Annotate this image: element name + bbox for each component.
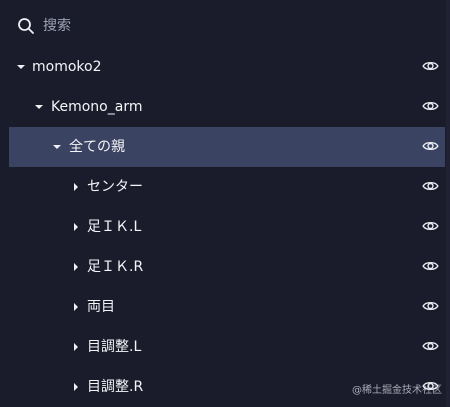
eye-icon[interactable] (422, 259, 439, 273)
outline-panel: momoko2 Kemono_arm 全ての親 センター (0, 0, 450, 407)
tree-item-label: 目調整.L (87, 339, 142, 355)
eye-icon[interactable] (422, 179, 439, 193)
triangle-right-icon[interactable] (70, 341, 82, 353)
tree-row-leg-ik-right[interactable]: 足ＩＫ.R (9, 247, 445, 287)
tree-item-label: 全ての親 (69, 139, 125, 155)
eye-icon[interactable] (422, 219, 439, 233)
triangle-right-icon[interactable] (70, 221, 82, 233)
triangle-right-icon[interactable] (70, 261, 82, 273)
eye-icon[interactable] (422, 339, 439, 353)
eye-icon[interactable] (422, 299, 439, 313)
tree-item-label: 足ＩＫ.R (87, 259, 144, 275)
search-icon (18, 18, 34, 34)
eye-icon[interactable] (422, 99, 439, 113)
search-input[interactable] (43, 14, 403, 38)
triangle-right-icon[interactable] (70, 301, 82, 313)
watermark: @稀土掘金技术社区 (352, 385, 442, 396)
tree-row-momoko2[interactable]: momoko2 (9, 47, 445, 87)
triangle-down-icon[interactable] (15, 61, 27, 73)
triangle-down-icon[interactable] (33, 101, 45, 113)
tree-row-both-eyes[interactable]: 両目 (9, 287, 445, 327)
tree-row-kemono-arm[interactable]: Kemono_arm (9, 87, 445, 127)
tree-item-label: 目調整.R (87, 379, 144, 395)
tree-row-center[interactable]: センター (9, 167, 445, 207)
triangle-right-icon[interactable] (70, 381, 82, 393)
tree-row-eye-adjust-left[interactable]: 目調整.L (9, 327, 445, 367)
tree-item-label: 両目 (87, 299, 115, 315)
tree-row-all-parent[interactable]: 全ての親 (9, 127, 445, 167)
tree-item-label: momoko2 (32, 59, 102, 75)
tree-item-label: Kemono_arm (51, 99, 143, 115)
triangle-right-icon[interactable] (70, 181, 82, 193)
tree-item-label: 足ＩＫ.L (87, 219, 142, 235)
scrollbar[interactable] (446, 0, 450, 407)
eye-icon[interactable] (422, 139, 439, 153)
triangle-down-icon[interactable] (51, 141, 63, 153)
eye-icon[interactable] (422, 59, 439, 73)
search-bar (0, 8, 446, 44)
tree-row-leg-ik-left[interactable]: 足ＩＫ.L (9, 207, 445, 247)
tree-item-label: センター (87, 179, 143, 195)
